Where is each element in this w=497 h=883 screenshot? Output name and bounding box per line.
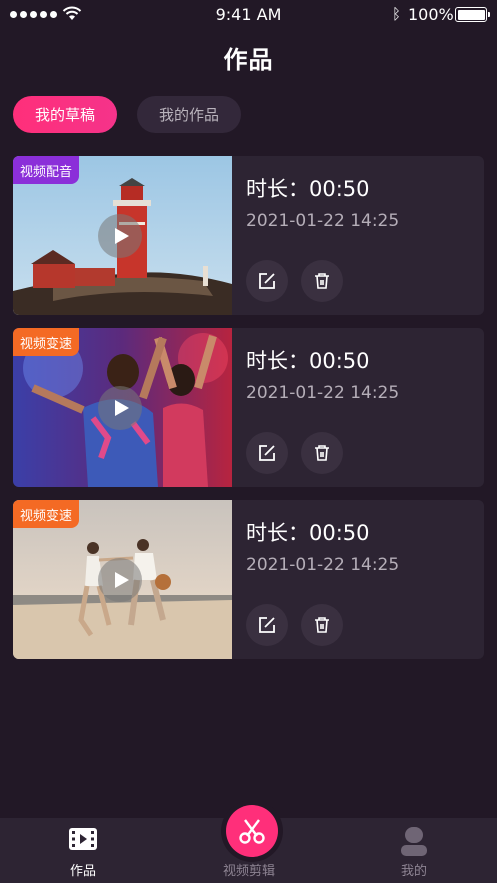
- delete-button[interactable]: [301, 432, 343, 474]
- date-text: 2021-01-22 14:25: [246, 555, 400, 575]
- nav-item-mine[interactable]: 我的: [354, 818, 474, 883]
- nav-label: 我的: [400, 864, 427, 879]
- video-thumbnail[interactable]: 视频变速: [13, 500, 232, 659]
- category-badge: 视频配音: [13, 156, 80, 184]
- tab-drafts[interactable]: 我的草稿: [13, 96, 117, 133]
- trash-icon: [315, 617, 329, 633]
- video-thumbnail[interactable]: 视频配音: [13, 156, 232, 315]
- play-button[interactable]: [98, 558, 142, 602]
- film-icon: [69, 828, 97, 850]
- date-text: 2021-01-22 14:25: [246, 211, 400, 231]
- nav-label: 作品: [69, 864, 96, 879]
- battery-icon: [455, 7, 490, 22]
- edit-button[interactable]: [246, 432, 288, 474]
- play-icon: [114, 400, 129, 416]
- bluetooth-icon: ᛒ: [392, 5, 402, 23]
- duration-text: 时长：00:50: [246, 349, 370, 373]
- edit-button[interactable]: [246, 604, 288, 646]
- edit-button[interactable]: [246, 260, 288, 302]
- edit-icon: [259, 617, 275, 633]
- work-card[interactable]: 视频变速 时长：00:50 2021-01-22 14:25: [13, 500, 484, 659]
- duration-text: 时长：00:50: [246, 521, 370, 545]
- battery-percent: 100%: [408, 5, 454, 24]
- category-badge: 视频变速: [13, 328, 80, 356]
- trash-icon: [315, 273, 329, 289]
- delete-button[interactable]: [301, 604, 343, 646]
- edit-icon: [259, 445, 275, 461]
- duration-text: 时长：00:50: [246, 177, 370, 201]
- category-badge: 视频变速: [13, 500, 80, 528]
- status-bar: 9:41 AM ᛒ 100%: [0, 0, 497, 30]
- play-button[interactable]: [98, 386, 142, 430]
- video-edit-button[interactable]: [226, 805, 278, 857]
- trash-icon: [315, 445, 329, 461]
- page-title: 作品: [223, 46, 274, 74]
- work-card[interactable]: 视频变速 时长：00:50 2021-01-22 14:25: [13, 328, 484, 487]
- user-icon: [401, 827, 427, 856]
- delete-button[interactable]: [301, 260, 343, 302]
- tab-bar: 我的草稿 我的作品: [13, 96, 241, 133]
- video-thumbnail[interactable]: 视频变速: [13, 328, 232, 487]
- date-text: 2021-01-22 14:25: [246, 383, 400, 403]
- play-icon: [114, 572, 129, 588]
- nav-item-works[interactable]: 作品: [23, 818, 143, 883]
- tab-works[interactable]: 我的作品: [137, 96, 241, 133]
- nav-label: 视频剪辑: [222, 864, 275, 879]
- work-card[interactable]: 视频配音 时长：00:50 2021-01-22 14:25: [13, 156, 484, 315]
- play-button[interactable]: [98, 214, 142, 258]
- scissors-icon: [239, 819, 265, 844]
- play-icon: [114, 228, 129, 244]
- edit-icon: [259, 273, 275, 289]
